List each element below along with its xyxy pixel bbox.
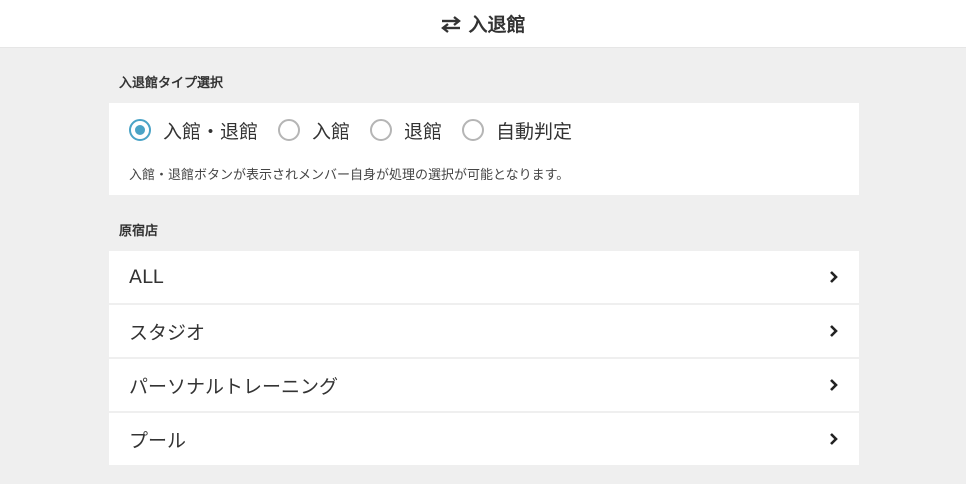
swap-arrows-icon bbox=[440, 15, 462, 33]
header-title-group: 入退館 bbox=[440, 10, 526, 37]
chevron-right-icon bbox=[829, 378, 839, 392]
list-item-pool[interactable]: プール bbox=[109, 413, 859, 465]
list-item-personal-training[interactable]: パーソナルトレーニング bbox=[109, 359, 859, 411]
radio-button[interactable] bbox=[278, 119, 301, 141]
radio-label: 自動判定 bbox=[496, 120, 573, 143]
radio-option-auto[interactable]: 自動判定 bbox=[462, 117, 572, 144]
list-item-all[interactable]: ALL bbox=[109, 251, 859, 303]
store-section-label: 原宿店 bbox=[119, 224, 159, 239]
entry-type-radio-group: 入館・退館 入館 退館 自動判定 bbox=[129, 117, 592, 143]
page-title: 入退館 bbox=[468, 14, 526, 36]
entry-type-description: 入館・退館ボタンが表示されメンバー自身が処理の選択が可能となります。 bbox=[129, 168, 570, 183]
entry-type-card: 入館・退館 入館 退館 自動判定 入館・退館ボタンが表示されメンバー自身が処理の… bbox=[109, 103, 859, 195]
radio-option-entry-exit[interactable]: 入館・退館 bbox=[129, 117, 258, 144]
list-item-label: スタジオ bbox=[129, 321, 206, 344]
store-area-list: ALL スタジオ パーソナルトレーニング プール bbox=[109, 251, 859, 467]
chevron-right-icon bbox=[829, 270, 839, 284]
radio-label: 入館 bbox=[312, 120, 351, 143]
list-item-label: ALL bbox=[129, 266, 164, 288]
chevron-right-icon bbox=[829, 324, 839, 338]
list-item-studio[interactable]: スタジオ bbox=[109, 305, 859, 357]
radio-label: 退館 bbox=[404, 120, 443, 143]
radio-option-exit[interactable]: 退館 bbox=[370, 117, 442, 144]
list-item-label: パーソナルトレーニング bbox=[129, 375, 339, 398]
list-item-label: プール bbox=[129, 429, 187, 452]
radio-option-entry[interactable]: 入館 bbox=[278, 117, 350, 144]
entry-type-section-label: 入退館タイプ選択 bbox=[119, 76, 224, 91]
radio-button-selected[interactable] bbox=[129, 119, 151, 141]
app-header: 入退館 bbox=[0, 0, 966, 48]
radio-label: 入館・退館 bbox=[163, 120, 259, 143]
chevron-right-icon bbox=[829, 432, 839, 446]
radio-button[interactable] bbox=[370, 119, 393, 141]
radio-button[interactable] bbox=[462, 119, 485, 141]
